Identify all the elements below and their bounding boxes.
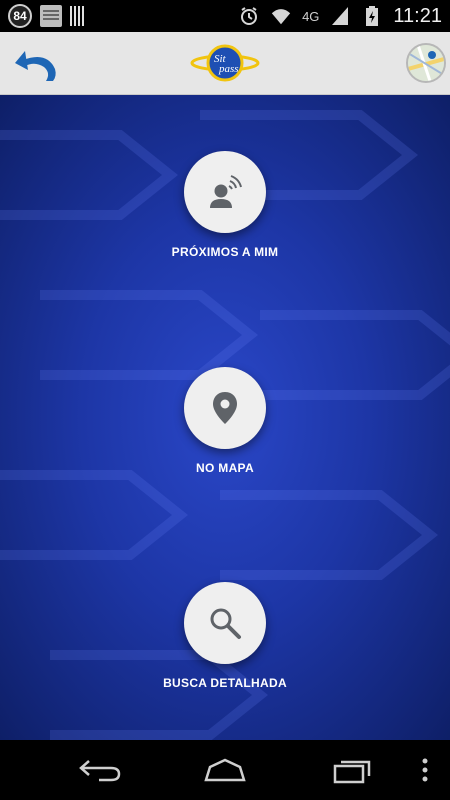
navigation-bar — [0, 740, 450, 800]
option-map[interactable]: NO MAPA — [0, 367, 450, 475]
option-nearby[interactable]: PRÓXIMOS A MIM — [0, 151, 450, 259]
logo-text-pass: pass — [218, 63, 239, 75]
map-thumbnail[interactable] — [406, 43, 446, 83]
menu-icon — [422, 758, 428, 782]
sitpass-logo: Sit pass — [190, 44, 260, 82]
option-search-button[interactable] — [184, 582, 266, 664]
notification-count-badge: 84 — [8, 4, 32, 28]
option-nearby-label: PRÓXIMOS A MIM — [171, 245, 279, 259]
option-map-label: NO MAPA — [196, 461, 254, 475]
search-icon — [210, 608, 241, 639]
undo-button[interactable] — [8, 42, 64, 84]
nav-back-button[interactable] — [72, 754, 128, 786]
network-type-label: 4G — [302, 8, 320, 24]
alarm-icon — [238, 5, 260, 27]
main-menu-area: PRÓXIMOS A MIM NO MAPA BUSCA DETALHADA — [0, 95, 450, 740]
status-bar: 84 4G 11:21 — [0, 0, 450, 32]
option-search[interactable]: BUSCA DETALHADA — [0, 582, 450, 690]
recent-apps-icon — [333, 760, 371, 784]
wifi-icon — [270, 5, 292, 27]
bible-app-icon — [40, 5, 62, 27]
home-icon — [204, 758, 246, 782]
nav-recent-apps-button[interactable] — [324, 754, 380, 786]
status-time: 11:21 — [393, 4, 442, 27]
nav-home-button[interactable] — [197, 754, 253, 786]
map-pin-icon — [213, 392, 237, 424]
option-nearby-button[interactable] — [184, 151, 266, 233]
battery-charging-icon — [361, 5, 383, 27]
undo-icon — [15, 51, 56, 81]
app-header: Sit pass — [0, 32, 450, 95]
signal-icon — [329, 5, 351, 27]
back-icon — [79, 760, 121, 782]
barcode-icon — [70, 6, 86, 26]
person-signal-icon — [210, 175, 242, 208]
option-map-button[interactable] — [184, 367, 266, 449]
nav-menu-button[interactable] — [400, 754, 450, 786]
option-search-label: BUSCA DETALHADA — [163, 676, 287, 690]
